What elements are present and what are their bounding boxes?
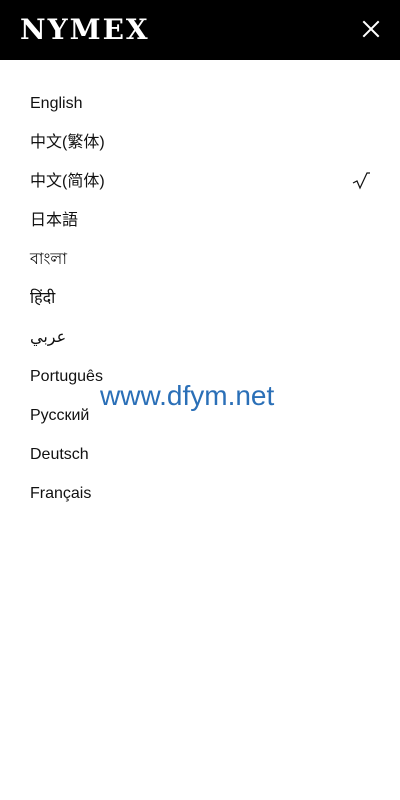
- language-label: Deutsch: [30, 446, 89, 463]
- language-label: 日本語: [30, 212, 79, 229]
- language-label: English: [30, 95, 83, 112]
- language-option-hindi[interactable]: हिंदी: [0, 279, 400, 318]
- language-label: 中文(简体): [30, 173, 105, 190]
- language-option-simplified-chinese[interactable]: 中文(简体): [0, 162, 400, 201]
- language-option-german[interactable]: Deutsch: [0, 435, 400, 474]
- language-label: বাংলা: [30, 251, 67, 268]
- language-list: English 中文(繁体) 中文(简体) 日本語 বাংলা हिंदी عر…: [0, 84, 400, 513]
- language-option-traditional-chinese[interactable]: 中文(繁体): [0, 123, 400, 162]
- language-option-arabic[interactable]: عربي: [0, 318, 400, 357]
- language-label: Français: [30, 485, 92, 502]
- language-option-japanese[interactable]: 日本語: [0, 201, 400, 240]
- language-label: हिंदी: [30, 290, 56, 307]
- close-button[interactable]: [356, 14, 386, 44]
- language-label: عربي: [30, 329, 67, 346]
- language-menu-page: NYMEX English 中文(繁体) 中文(简体) 日本語 বাংলা हि…: [0, 0, 400, 800]
- brand-logo: NYMEX: [20, 13, 150, 46]
- close-icon: [362, 20, 380, 38]
- language-label: 中文(繁体): [30, 134, 105, 151]
- checkmark-icon: [352, 172, 370, 190]
- header-bar: NYMEX: [0, 0, 400, 60]
- language-option-english[interactable]: English: [0, 84, 400, 123]
- watermark-text: www.dfym.net: [100, 380, 275, 411]
- language-label: Português: [30, 368, 103, 385]
- language-label: Русский: [30, 407, 90, 424]
- language-option-bengali[interactable]: বাংলা: [0, 240, 400, 279]
- language-option-french[interactable]: Français: [0, 474, 400, 513]
